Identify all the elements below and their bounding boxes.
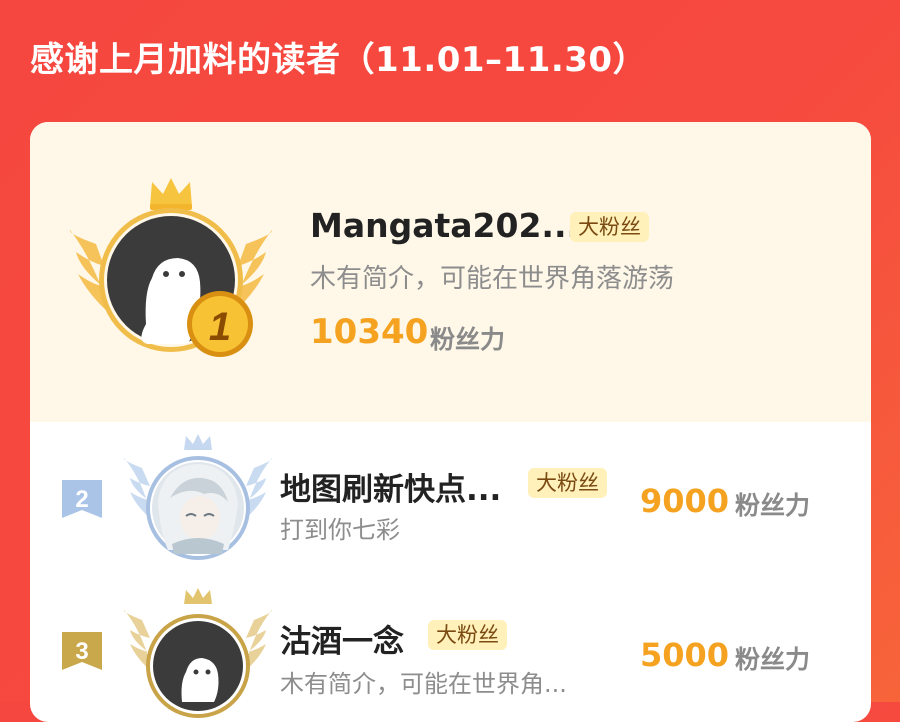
page-title: 感谢上月加料的读者（11.01–11.30） [30, 40, 648, 80]
fan-score-unit: 粉丝力 [430, 325, 506, 354]
fan-name[interactable]: 沽酒一念 [280, 616, 404, 661]
crown-icon [150, 178, 192, 210]
fan-bio: 木有简介，可能在世界角落游荡 [310, 264, 675, 294]
fan-row-2[interactable]: 2 地图刷新快点... 大粉丝 打到你七彩 9000 粉丝力 [30, 422, 871, 572]
fan-score-unit: 粉丝力 [735, 491, 811, 520]
rank-number: 1 [209, 305, 231, 349]
fan-name[interactable]: Mangata202... [310, 206, 579, 245]
fan-score: 5000 [640, 636, 730, 674]
fan-bio: 打到你七彩 [280, 516, 400, 544]
fan-score: 9000 [640, 482, 730, 520]
fan-badge: 大粉丝 [428, 620, 507, 650]
avatar-frame-gold[interactable]: 1 [66, 174, 276, 374]
avatar-image [158, 464, 238, 554]
fan-name[interactable]: 地图刷新快点... [280, 464, 501, 509]
rank-number: 2 [75, 486, 88, 513]
fan-badge: 大粉丝 [528, 468, 607, 498]
fans-card: 1 Mangata202... 大粉丝 木有简介，可能在世界角落游荡 10340… [30, 122, 871, 722]
fan-score-unit: 粉丝力 [735, 645, 811, 674]
rank-ribbon-icon: 2 [62, 480, 102, 518]
fan-row-1[interactable]: 1 Mangata202... 大粉丝 木有简介，可能在世界角落游荡 10340… [30, 122, 871, 422]
avatar-frame-bronze[interactable] [122, 584, 274, 720]
rank-number: 3 [75, 638, 88, 665]
avatar-frame-silver[interactable] [122, 432, 274, 568]
rank-medal-icon: 1 [187, 291, 253, 357]
fan-badge: 大粉丝 [570, 212, 649, 242]
crown-icon [184, 588, 212, 604]
rank-ribbon-icon: 3 [62, 632, 102, 670]
fan-row-3[interactable]: 3 沽酒一念 大粉丝 木有简介，可能在世界角... 5000 粉丝力 [30, 572, 871, 722]
fan-score: 10340 [310, 312, 429, 352]
crown-icon [184, 434, 212, 450]
fan-bio: 木有简介，可能在世界角... [280, 670, 567, 698]
